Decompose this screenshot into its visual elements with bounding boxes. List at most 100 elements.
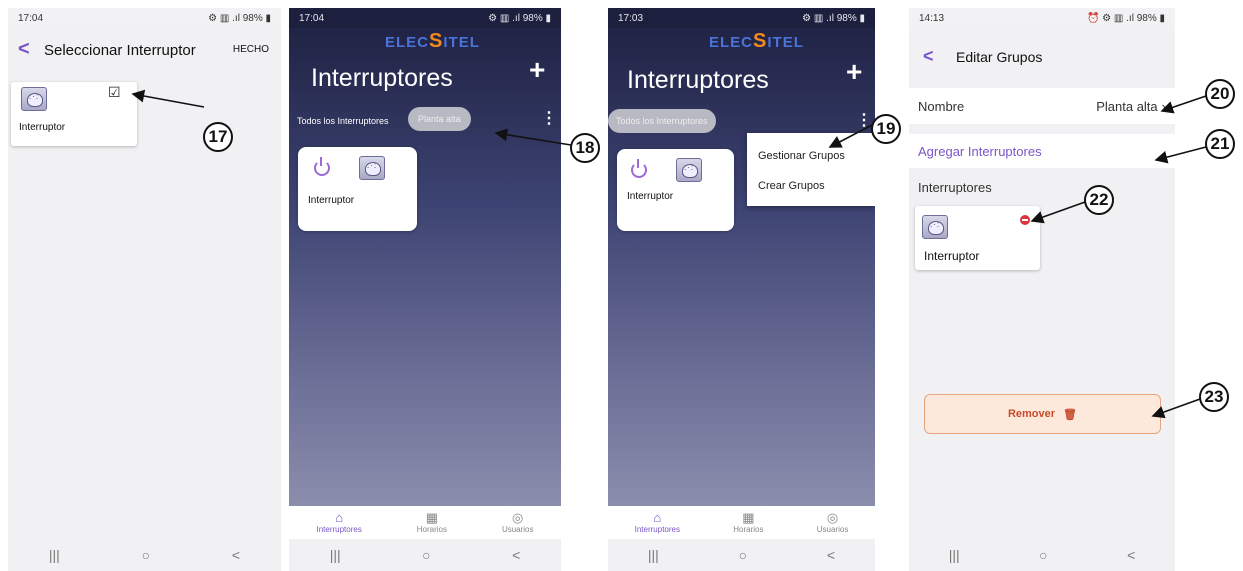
page-title: Interruptores <box>627 66 769 94</box>
callout-22: 22 <box>1084 185 1114 215</box>
more-options-icon[interactable]: ⋮ <box>541 108 557 128</box>
back-nav-icon[interactable]: < <box>232 547 240 563</box>
group-name-value: Planta alta <box>1096 98 1158 114</box>
remove-button[interactable]: Remover 🗑 <box>924 394 1161 434</box>
status-time: 17:04 <box>299 12 325 24</box>
status-battery: ⚙ ▥ .ıl 98% ▮ <box>802 12 865 24</box>
calendar-icon: ▦ <box>425 510 439 525</box>
page-title: Seleccionar Interruptor <box>44 42 196 59</box>
trash-icon: 🗑 <box>1063 408 1078 421</box>
switch-label: Interruptor <box>627 191 674 202</box>
socket-icon <box>21 87 47 111</box>
user-icon: ◎ <box>826 510 839 525</box>
status-time: 14:13 <box>919 12 945 24</box>
system-nav-bar: ||| ○ < <box>8 539 281 571</box>
menu-item-create-groups[interactable]: Crear Grupos <box>758 180 825 192</box>
header: < Seleccionar Interruptor HECHO <box>8 28 281 72</box>
callout-23: 23 <box>1199 382 1229 412</box>
screen-switches: 17:04 ⚙ ▥ .ıl 98% ▮ ELECSITEL Interrupto… <box>289 8 561 571</box>
screen-switches-menu: 17:03 ⚙ ▥ .ıl 98% ▮ ELECSITEL Interrupto… <box>608 8 875 571</box>
remove-minus-icon[interactable] <box>1020 215 1030 225</box>
status-bar: 17:03 ⚙ ▥ .ıl 98% ▮ <box>608 8 875 28</box>
back-nav-icon[interactable]: < <box>1127 547 1135 563</box>
bottom-tab-bar: ⌂ Interruptores ▦ Horarios ◎ Usuarios <box>289 506 561 539</box>
status-bar: 17:04 ⚙ ▥ .ıl 98% ▮ <box>289 8 561 28</box>
filter-all-switches[interactable]: Todos los Interruptores <box>297 116 389 126</box>
status-battery: ⚙ ▥ .ıl 98% ▮ <box>488 12 551 24</box>
brand-logo: ELECSITEL <box>709 30 804 52</box>
callout-20: 20 <box>1205 79 1235 109</box>
recent-apps-icon[interactable]: ||| <box>49 547 60 563</box>
callout-19: 19 <box>871 114 901 144</box>
page-title: Editar Grupos <box>956 49 1043 65</box>
switches-section-header: Interruptores <box>918 180 992 195</box>
home-icon[interactable]: ○ <box>422 547 430 563</box>
power-icon[interactable] <box>314 157 330 176</box>
home-icon[interactable]: ○ <box>739 547 747 563</box>
calendar-icon: ▦ <box>742 510 755 525</box>
user-icon: ◎ <box>512 510 524 525</box>
tab-horarios[interactable]: ▦ Horarios <box>733 510 763 535</box>
status-time: 17:04 <box>18 12 44 24</box>
back-icon[interactable]: < <box>923 46 934 67</box>
stage: 17:04 ⚙ ▥ .ıl 98% ▮ < Seleccionar Interr… <box>0 0 1243 571</box>
group-name-row[interactable]: Nombre Planta alta › <box>909 88 1175 124</box>
callout-21: 21 <box>1205 129 1235 159</box>
group-switch-card[interactable]: Interruptor <box>915 206 1040 270</box>
switch-card[interactable]: Interruptor <box>298 147 417 231</box>
menu-item-manage-groups[interactable]: Gestionar Grupos <box>758 150 845 162</box>
screen-select-switch: 17:04 ⚙ ▥ .ıl 98% ▮ < Seleccionar Interr… <box>8 8 281 571</box>
socket-icon <box>359 156 385 180</box>
screen-edit-groups: 14:13 ⏰ ⚙ ▥ .ıl 98% ▮ < Editar Grupos No… <box>909 8 1175 571</box>
overflow-menu: Gestionar Grupos Crear Grupos <box>747 133 875 206</box>
back-nav-icon[interactable]: < <box>827 547 835 563</box>
group-name-label: Nombre <box>918 98 965 114</box>
add-switch-button[interactable]: + <box>846 56 862 88</box>
status-bar: 17:04 ⚙ ▥ .ıl 98% ▮ <box>8 8 281 28</box>
switch-card[interactable]: ☑ Interruptor <box>11 82 137 146</box>
socket-icon <box>676 158 702 182</box>
switch-card[interactable]: Interruptor <box>617 149 734 231</box>
recent-apps-icon[interactable]: ||| <box>330 547 341 563</box>
system-nav-bar: ||| ○ < <box>289 539 561 571</box>
page-title: Interruptores <box>311 64 453 92</box>
tab-interruptores[interactable]: ⌂ Interruptores <box>316 510 361 535</box>
home-icon[interactable]: ○ <box>1039 547 1047 563</box>
add-switches-row[interactable]: Agregar Interruptores <box>909 134 1175 168</box>
add-switch-button[interactable]: + <box>529 54 545 86</box>
home-tab-icon: ⌂ <box>653 510 662 525</box>
back-nav-icon[interactable]: < <box>512 547 520 563</box>
filter-group-planta-alta[interactable]: Planta alta <box>408 107 471 131</box>
callout-18: 18 <box>570 133 600 163</box>
checkbox-checked-icon[interactable]: ☑ <box>108 84 121 101</box>
chevron-right-icon: › <box>1161 98 1166 114</box>
back-icon[interactable]: < <box>18 38 30 61</box>
bottom-tab-bar: ⌂ Interruptores ▦ Horarios ◎ Usuarios <box>608 506 875 539</box>
done-button[interactable]: HECHO <box>233 44 269 55</box>
tab-horarios[interactable]: ▦ Horarios <box>417 510 447 535</box>
power-icon[interactable] <box>631 159 647 178</box>
system-nav-bar: ||| ○ < <box>909 539 1175 571</box>
more-options-icon[interactable]: ⋮ <box>856 110 872 130</box>
home-tab-icon: ⌂ <box>335 510 344 525</box>
remove-label: Remover <box>1007 408 1056 420</box>
home-icon[interactable]: ○ <box>142 547 150 563</box>
system-nav-bar: ||| ○ < <box>608 539 875 571</box>
status-battery: ⏰ ⚙ ▥ .ıl 98% ▮ <box>1086 12 1165 24</box>
tab-interruptores[interactable]: ⌂ Interruptores <box>635 510 680 535</box>
status-bar: 14:13 ⏰ ⚙ ▥ .ıl 98% ▮ <box>909 8 1175 28</box>
tab-usuarios[interactable]: ◎ Usuarios <box>502 510 534 535</box>
recent-apps-icon[interactable]: ||| <box>648 547 659 563</box>
switch-label: Interruptor <box>19 122 66 133</box>
status-battery: ⚙ ▥ .ıl 98% ▮ <box>208 12 271 24</box>
filter-all-switches[interactable]: Todos los Interruptores <box>608 109 716 133</box>
switch-label: Interruptor <box>308 195 355 206</box>
add-switches-link[interactable]: Agregar Interruptores <box>918 144 1042 159</box>
socket-icon <box>922 215 948 239</box>
tab-usuarios[interactable]: ◎ Usuarios <box>817 510 849 535</box>
callout-17: 17 <box>203 122 233 152</box>
brand-logo: ELECSITEL <box>385 30 480 52</box>
switch-label: Interruptor <box>924 249 980 263</box>
status-time: 17:03 <box>618 12 644 24</box>
recent-apps-icon[interactable]: ||| <box>949 547 960 563</box>
